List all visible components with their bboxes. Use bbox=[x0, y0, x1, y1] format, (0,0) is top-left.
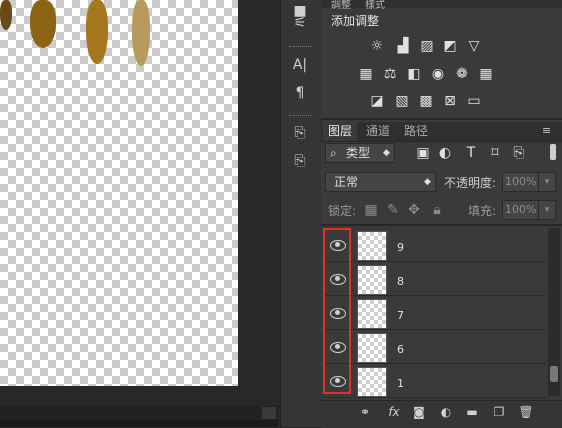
curves-icon[interactable]: ▨ bbox=[418, 38, 436, 54]
lock-transparent-icon[interactable]: ▦ bbox=[362, 202, 380, 218]
chevron-down-icon: ◆ bbox=[424, 177, 431, 187]
layer-name[interactable]: 7 bbox=[397, 309, 404, 322]
selective-color-icon[interactable]: ⊠ bbox=[441, 93, 459, 109]
hair-strand-image bbox=[30, 0, 56, 48]
delete-layer-icon[interactable]: 🗑︎ bbox=[517, 404, 535, 420]
invert-icon[interactable]: ◪ bbox=[368, 93, 386, 109]
layer-name[interactable]: 1 bbox=[397, 377, 404, 390]
new-layer-icon[interactable]: ❐ bbox=[490, 404, 508, 420]
channel-mixer-icon[interactable]: ❁ bbox=[453, 66, 471, 82]
layers-scroll-thumb[interactable] bbox=[550, 366, 558, 382]
fill-input[interactable]: 100% bbox=[502, 200, 540, 220]
brightness-icon[interactable]: ☼ bbox=[368, 38, 386, 54]
search-icon: ⌕ bbox=[330, 146, 337, 160]
status-bar bbox=[0, 420, 278, 427]
tab-styles[interactable]: 樣式 bbox=[365, 0, 385, 11]
properties-icon[interactable]: ⚟ bbox=[287, 12, 313, 34]
color-balance-icon[interactable]: ⚖ bbox=[381, 66, 399, 82]
posterize-icon[interactable]: ▧ bbox=[393, 93, 411, 109]
hair-strand-image bbox=[86, 0, 108, 64]
lock-image-icon[interactable]: ✎ bbox=[384, 202, 402, 218]
layer-thumbnail bbox=[357, 333, 387, 363]
character-icon[interactable]: A| bbox=[287, 54, 313, 76]
opacity-label: 不透明度: bbox=[444, 176, 497, 190]
paragraph-icon[interactable]: ¶ bbox=[287, 82, 313, 104]
filter-adjustment-icon[interactable]: ◐ bbox=[436, 145, 454, 161]
exposure-icon[interactable]: ◩ bbox=[441, 38, 459, 54]
filter-type-icon[interactable]: T bbox=[462, 145, 480, 161]
layer-name[interactable]: 6 bbox=[397, 343, 404, 356]
new-adjustment-layer-icon[interactable]: ◐ bbox=[437, 404, 455, 420]
layer-name[interactable]: 8 bbox=[397, 275, 404, 288]
layer-filter-dropdown[interactable]: ⌕ 类型 ◆ bbox=[325, 143, 395, 163]
document-canvas[interactable] bbox=[0, 0, 238, 386]
character-styles-icon[interactable]: ⎘ bbox=[287, 150, 313, 172]
tab-adjustments[interactable]: 調整 bbox=[331, 0, 351, 11]
blend-mode-dropdown[interactable]: 正常 ◆ bbox=[325, 172, 436, 192]
horizontal-scrollbar[interactable] bbox=[0, 406, 278, 420]
hue-saturation-icon[interactable]: ▦ bbox=[357, 66, 375, 82]
panel-menu-icon[interactable]: ≡ bbox=[542, 124, 551, 137]
panel-divider bbox=[321, 118, 562, 120]
opacity-value: 100% bbox=[505, 175, 537, 188]
filter-shape-icon[interactable]: ⌑ bbox=[486, 145, 504, 161]
chevron-down-icon: ◆ bbox=[383, 148, 390, 158]
hair-strand-image bbox=[132, 0, 150, 66]
add-mask-icon[interactable]: ◙ bbox=[410, 404, 428, 420]
opacity-input[interactable]: 100% bbox=[502, 172, 540, 192]
opacity-slider-button[interactable]: ▾ bbox=[538, 172, 556, 192]
filter-smart-object-icon[interactable]: ⎘ bbox=[510, 145, 528, 161]
paragraph-styles-icon[interactable]: ⎘ bbox=[287, 122, 313, 144]
layer-thumbnail bbox=[357, 265, 387, 295]
new-group-icon[interactable]: ▬ bbox=[463, 404, 481, 420]
lock-all-icon[interactable]: 🔒︎ bbox=[428, 202, 446, 218]
filter-pixel-icon[interactable]: ▣ bbox=[414, 145, 432, 161]
lock-label: 锁定: bbox=[328, 204, 357, 218]
highlight-box bbox=[323, 228, 351, 394]
layer-style-icon[interactable]: fx bbox=[385, 404, 403, 420]
tab-channels[interactable]: 通道 bbox=[361, 122, 395, 141]
tab-paths[interactable]: 路径 bbox=[399, 122, 433, 141]
fill-value: 100% bbox=[505, 203, 537, 216]
gradient-map-icon[interactable]: ▭ bbox=[465, 93, 483, 109]
levels-icon[interactable]: ▟ bbox=[394, 38, 412, 54]
black-white-icon[interactable]: ◧ bbox=[405, 66, 423, 82]
fill-label: 填充: bbox=[468, 204, 497, 218]
threshold-icon[interactable]: ▩ bbox=[417, 93, 435, 109]
vibrance-icon[interactable]: ▽ bbox=[465, 38, 483, 54]
color-lookup-icon[interactable]: ▦ bbox=[477, 66, 495, 82]
dock-grip[interactable] bbox=[289, 115, 311, 118]
layer-filter-label: 类型 bbox=[346, 146, 371, 160]
layer-name[interactable]: 9 bbox=[397, 241, 404, 254]
lock-position-icon[interactable]: ✥ bbox=[405, 202, 423, 218]
fill-slider-button[interactable]: ▾ bbox=[538, 200, 556, 220]
hair-strand-image bbox=[0, 0, 12, 30]
scroll-corner bbox=[262, 407, 276, 419]
blend-mode-value: 正常 bbox=[334, 175, 359, 189]
dock-grip[interactable] bbox=[289, 46, 311, 49]
link-layers-icon[interactable]: ⚭ bbox=[356, 404, 374, 420]
photo-filter-icon[interactable]: ◉ bbox=[429, 66, 447, 82]
panel-divider bbox=[321, 224, 562, 226]
layer-thumbnail bbox=[357, 367, 387, 397]
layer-thumbnail bbox=[357, 231, 387, 261]
tab-layers[interactable]: 图层 bbox=[323, 122, 358, 141]
layers-tab-strip bbox=[321, 122, 562, 142]
adjustments-tab-strip: 調整 樣式 bbox=[321, 0, 562, 11]
layer-thumbnail bbox=[357, 299, 387, 329]
filter-toggle[interactable] bbox=[550, 144, 556, 160]
adjustments-title: 添加调整 bbox=[331, 14, 380, 28]
